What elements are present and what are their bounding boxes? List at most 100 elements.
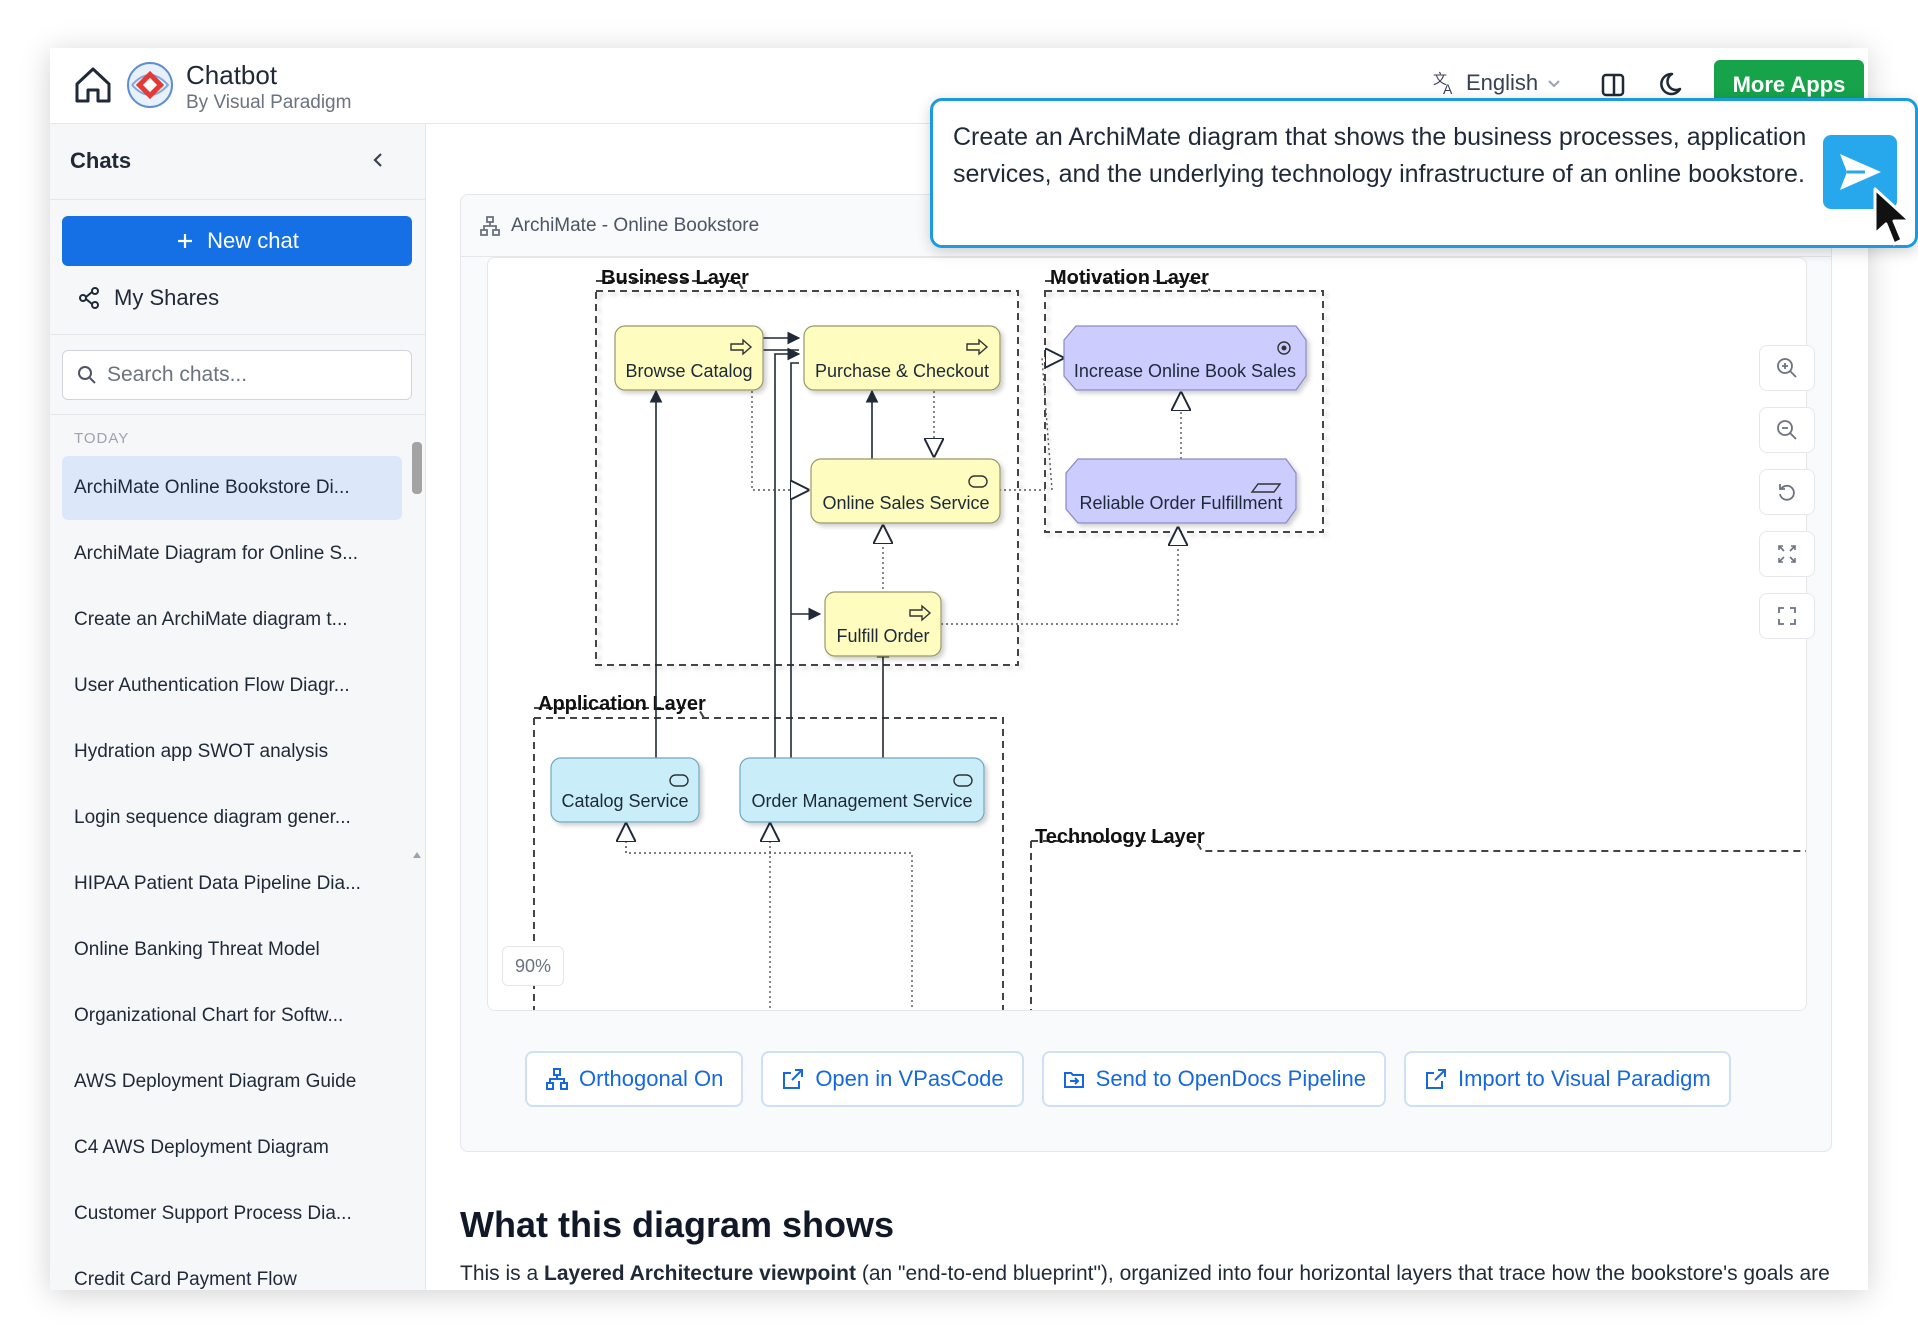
open-vpascode-label: Open in VPasCode <box>815 1066 1004 1091</box>
divider <box>50 334 425 335</box>
fullscreen-button[interactable] <box>1759 593 1815 639</box>
application-layer-group: Application Layer <box>533 693 1004 1010</box>
node-catalog-service[interactable]: Catalog Service <box>550 757 700 823</box>
diagram-canvas[interactable]: Business Layer Motivation Layer Applicat… <box>487 257 1807 1011</box>
sidebar-title: Chats <box>70 148 132 173</box>
scrollbar-thumb[interactable] <box>412 442 422 494</box>
node-label: Catalog Service <box>561 791 688 811</box>
main-content: ArchiMate - Online Bookstore Business La… <box>426 124 1868 1290</box>
home-icon <box>75 67 111 103</box>
send-to-icon <box>1063 1072 1084 1088</box>
my-shares-label: My Shares <box>114 285 220 310</box>
zoom-toolbar <box>1759 345 1815 639</box>
chevron-down-icon <box>1548 80 1560 88</box>
paragraph-emphasis: Layered Architecture viewpoint <box>544 1262 857 1285</box>
technology-layer-group: Technology Layer <box>1030 826 1806 1010</box>
chat-list-item[interactable]: Login sequence diagram gener... <box>62 786 402 850</box>
collapse-sidebar-button[interactable] <box>368 150 388 175</box>
reset-view-button[interactable] <box>1759 469 1815 515</box>
my-shares-link[interactable]: My Shares <box>78 278 219 318</box>
archimate-diagram: Business Layer Motivation Layer Applicat… <box>533 267 1806 1010</box>
new-chat-button[interactable]: New chat <box>62 216 412 266</box>
prompt-text[interactable]: Create an ArchiMate diagram that shows t… <box>953 119 1833 193</box>
chat-list-item[interactable]: ArchiMate Diagram for Online S... <box>62 522 402 586</box>
chat-list-item[interactable]: Organizational Chart for Softw... <box>62 984 402 1048</box>
app-title: Chatbot <box>186 60 278 90</box>
section-label-today: TODAY <box>74 430 130 447</box>
external-link-icon <box>783 1069 804 1089</box>
chat-list-item[interactable]: ArchiMate Online Bookstore Di... <box>62 456 402 520</box>
zoom-in-icon <box>1777 358 1797 378</box>
chat-list-item[interactable]: AWS Deployment Diagram Guide <box>62 1050 402 1114</box>
node-label: Fulfill Order <box>836 626 929 646</box>
open-in-vpascode-button[interactable]: Open in VPasCode <box>761 1051 1024 1107</box>
visual-paradigm-logo <box>126 61 174 109</box>
orthogonal-label: Orthogonal On <box>579 1066 724 1091</box>
chat-list-item[interactable]: Online Banking Threat Model <box>62 918 402 982</box>
node-order-management-service[interactable]: Order Management Service <box>739 757 985 823</box>
send-to-opendocs-button[interactable]: Send to OpenDocs Pipeline <box>1041 1051 1386 1107</box>
language-selector[interactable]: 文A English <box>1432 70 1562 96</box>
zoom-level-indicator: 90% <box>502 946 564 986</box>
orthogonal-toggle-button[interactable]: Orthogonal On <box>525 1051 744 1107</box>
motivation-layer-label: Motivation Layer <box>1050 267 1209 289</box>
zoom-out-icon <box>1777 420 1797 440</box>
chat-list-item[interactable]: HIPAA Patient Data Pipeline Dia... <box>62 852 402 916</box>
app-subtitle: By Visual Paradigm <box>186 92 352 113</box>
home-button[interactable] <box>70 62 116 108</box>
section-paragraph: This is a Layered Architecture viewpoint… <box>460 1258 1860 1290</box>
fullscreen-icon <box>1778 607 1796 625</box>
chat-sidebar: Chats New chat My Shares TODAY ArchiMate… <box>50 124 426 1290</box>
node-label: Reliable Order Fulfillment <box>1079 493 1282 513</box>
node-label: Browse Catalog <box>625 361 752 381</box>
diagram-card-title: ArchiMate - Online Bookstore <box>511 214 760 236</box>
sidebar-header: Chats <box>50 124 425 200</box>
application-layer-label: Application Layer <box>538 693 706 715</box>
diagram-card: ArchiMate - Online Bookstore Business La… <box>460 194 1832 1152</box>
mouse-cursor-icon <box>1873 187 1912 246</box>
sidebar-panel-icon <box>1601 73 1625 97</box>
chat-list-item[interactable]: Credit Card Payment Flow <box>62 1248 402 1290</box>
chat-list-item[interactable]: Create an ArchiMate diagram t... <box>62 588 402 652</box>
diagram-icon <box>480 215 500 236</box>
node-label: Online Sales Service <box>822 493 989 513</box>
zoom-in-button[interactable] <box>1759 345 1815 391</box>
node-label: Increase Online Book Sales <box>1074 361 1296 381</box>
share-icon <box>79 287 99 309</box>
diagram-connectors <box>626 331 1181 1010</box>
paragraph-text: This is a <box>460 1262 545 1285</box>
search-box <box>62 350 412 400</box>
import-to-visual-paradigm-button[interactable]: Import to Visual Paradigm <box>1403 1051 1731 1107</box>
search-icon <box>78 366 96 384</box>
chat-list-item[interactable]: Hydration app SWOT analysis <box>62 720 402 784</box>
sidebar-scrollbar[interactable] <box>412 422 422 1290</box>
chat-list-item[interactable]: C4 AWS Deployment Diagram <box>62 1116 402 1180</box>
chevron-left-icon <box>373 153 382 167</box>
chat-list-item[interactable]: Customer Support Process Dia... <box>62 1182 402 1246</box>
svg-text:A: A <box>1443 81 1453 96</box>
diagram-actions: Orthogonal On Open in VPasCode Send to O… <box>525 1051 1731 1107</box>
node-fulfill-order[interactable]: Fulfill Order <box>824 591 942 657</box>
moon-icon <box>1660 72 1682 96</box>
node-increase-online-book-sales[interactable]: Increase Online Book Sales <box>1063 325 1307 391</box>
send-opendocs-label: Send to OpenDocs Pipeline <box>1095 1066 1366 1091</box>
node-browse-catalog[interactable]: Browse Catalog <box>614 325 764 391</box>
prompt-input-box[interactable]: Create an ArchiMate diagram that shows t… <box>930 98 1918 248</box>
fit-to-screen-button[interactable] <box>1759 531 1815 577</box>
chat-list: ArchiMate Online Bookstore Di... ArchiMa… <box>62 456 402 1290</box>
node-reliable-order-fulfillment[interactable]: Reliable Order Fulfillment <box>1065 458 1297 524</box>
chat-list-item[interactable]: User Authentication Flow Diagr... <box>62 654 402 718</box>
external-link-icon <box>1425 1069 1446 1089</box>
translate-icon: 文A <box>1433 71 1453 96</box>
business-layer-label: Business Layer <box>601 267 749 289</box>
divider <box>50 414 425 415</box>
language-label: English <box>1466 70 1539 95</box>
diagram-structure-icon <box>546 1068 568 1090</box>
fit-screen-icon <box>1778 545 1796 563</box>
node-purchase-checkout[interactable]: Purchase & Checkout <box>803 325 1001 391</box>
new-chat-label: New chat <box>207 228 299 253</box>
section-heading: What this diagram shows <box>460 1204 895 1245</box>
zoom-out-button[interactable] <box>1759 407 1815 453</box>
search-input[interactable] <box>107 363 387 387</box>
node-online-sales-service[interactable]: Online Sales Service <box>810 458 1001 524</box>
